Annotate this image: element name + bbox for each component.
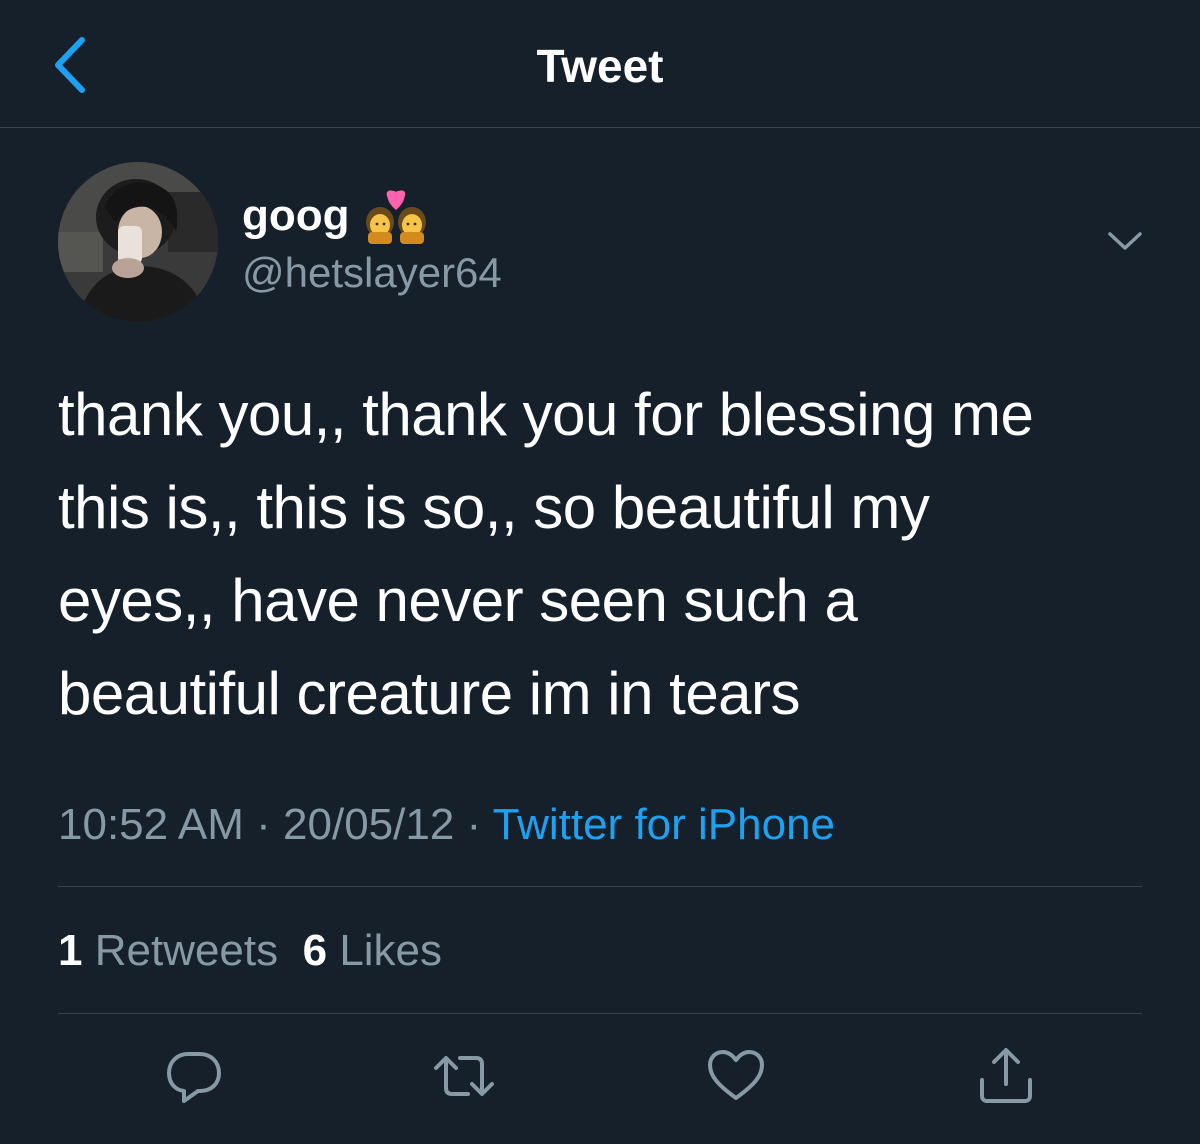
header-bar: Tweet xyxy=(0,0,1200,128)
tweet-stats: 1 Retweets 6 Likes xyxy=(58,922,442,980)
tweet-meta: 10:52 AM · 20/05/12 · Twitter for iPhone xyxy=(58,796,835,854)
tweet-date: 20/05/12 xyxy=(283,800,455,849)
avatar[interactable] xyxy=(58,162,218,322)
tweet-text: thank you,, thank you for blessing me th… xyxy=(58,381,1034,727)
share-icon xyxy=(980,1048,1032,1103)
chevron-down-icon xyxy=(1108,232,1142,250)
user-handle[interactable]: @hetslayer64 xyxy=(242,246,502,300)
avatar-photo xyxy=(58,162,218,322)
reply-icon xyxy=(167,1052,221,1103)
retweet-icon xyxy=(434,1056,494,1096)
tweet-time: 10:52 AM xyxy=(58,800,244,849)
retweets-label: Retweets xyxy=(94,926,279,975)
reply-button[interactable] xyxy=(162,1044,226,1108)
heart-icon xyxy=(708,1050,764,1100)
page-title: Tweet xyxy=(536,40,664,92)
likes-stat[interactable]: 6 Likes xyxy=(303,926,442,975)
display-name: goog xyxy=(242,191,350,240)
couple-with-heart-emoji-icon xyxy=(364,188,428,244)
likes-count: 6 xyxy=(302,926,328,975)
likes-label: Likes xyxy=(339,926,443,975)
meta-separator: · xyxy=(466,800,482,849)
divider xyxy=(58,1013,1142,1014)
more-options-button[interactable] xyxy=(1100,222,1150,262)
retweet-button[interactable] xyxy=(432,1044,496,1108)
meta-separator: · xyxy=(256,800,271,849)
tweet-source-link[interactable]: Twitter for iPhone xyxy=(493,800,835,849)
retweets-count: 1 xyxy=(58,926,83,975)
divider xyxy=(58,886,1142,887)
like-button[interactable] xyxy=(704,1044,768,1108)
retweets-stat[interactable]: 1 Retweets xyxy=(58,926,278,975)
share-button[interactable] xyxy=(974,1044,1038,1108)
display-name-row[interactable]: goog xyxy=(242,188,428,244)
